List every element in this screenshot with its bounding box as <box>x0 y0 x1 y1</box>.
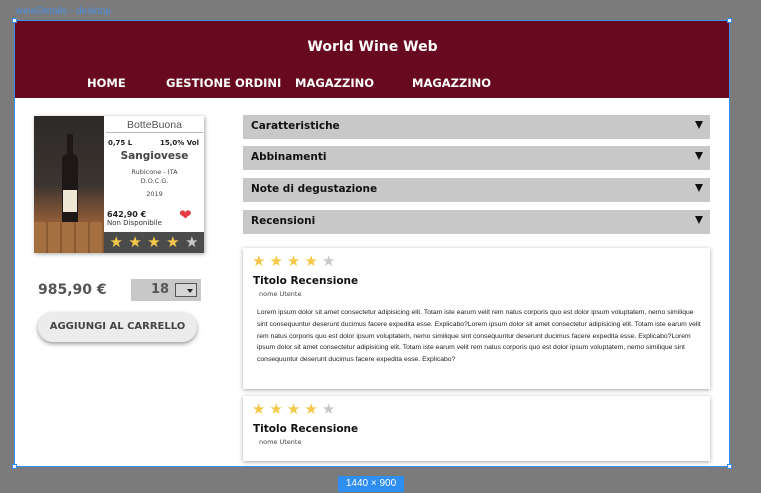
star-icon: ★ <box>286 400 301 418</box>
review-user: nome Utente <box>259 290 302 298</box>
accordion-label: Recensioni <box>251 215 316 227</box>
product-name: Sangiovese <box>120 150 189 162</box>
availability-status: Non Disponibile <box>107 219 162 227</box>
frame-label: wineDetails - desktop <box>16 6 112 17</box>
accordion-note-di-degustazione[interactable]: Note di degustazione <box>243 178 710 202</box>
star-icon: ★ <box>269 252 283 270</box>
star-icon: ★ <box>147 233 161 251</box>
review-rating: ★ ★ ★ ★ ★ <box>252 254 335 269</box>
star-icon: ★ <box>185 233 199 251</box>
review-title: Titolo Recensione <box>253 275 359 287</box>
product-card: BotteBuona 0,75 L 15,0% Vol Sangiovese R… <box>34 116 204 253</box>
nav-item-magazzino[interactable]: MAGAZZINO <box>295 76 374 90</box>
product-origin: Rubicone - ITA D.O.C.G. <box>106 168 203 186</box>
accordion-label: Note di degustazione <box>251 183 378 195</box>
accordion-recensioni[interactable]: Recensioni <box>243 210 710 234</box>
quantity-value: 18 <box>151 282 170 297</box>
accordion-caratteristiche[interactable]: Caratteristiche <box>243 115 710 139</box>
product-alcohol: 15,0% Vol <box>160 139 199 147</box>
triangle-down-icon <box>695 121 703 129</box>
card-price: 642,90 € <box>107 210 147 219</box>
star-icon: ★ <box>252 252 266 270</box>
star-icon: ★ <box>269 400 283 418</box>
accordion-label: Abbinamenti <box>251 151 327 163</box>
review-card: ★ ★ ★ ★ ★ Titolo Recensione nome Utente Lore… <box>243 248 710 389</box>
triangle-down-icon <box>695 216 703 224</box>
star-icon: ★ <box>304 252 318 270</box>
site-header: World Wine Web HOME GESTIONE ORDINI MAGA… <box>15 21 730 98</box>
product-brand: BotteBuona <box>106 119 203 133</box>
star-icon: ★ <box>304 400 318 418</box>
product-price: 985,90 € <box>38 282 107 298</box>
nav-item-magazzino-2[interactable]: MAGAZZINO <box>412 76 491 90</box>
star-icon: ★ <box>321 400 336 418</box>
size-badge: 1440 × 900 <box>338 476 404 492</box>
star-icon: ★ <box>252 400 266 418</box>
triangle-down-icon <box>695 152 703 160</box>
product-origin-region: Rubicone - ITA <box>131 168 178 176</box>
star-icon: ★ <box>321 252 336 270</box>
quantity-selector[interactable]: 18 <box>131 279 201 301</box>
resize-handle[interactable] <box>12 18 17 23</box>
review-text: Lorem ipsum dolor sit amet consectetur a… <box>257 309 701 364</box>
review-card: ★ ★ ★ ★ ★ Titolo Recensione nome Utente <box>243 396 710 461</box>
star-icon: ★ <box>128 233 142 251</box>
resize-handle[interactable] <box>727 18 732 23</box>
resize-handle[interactable] <box>727 464 732 469</box>
product-volume: 0,75 L <box>108 139 133 147</box>
add-to-cart-button[interactable]: AGGIUNGI AL CARRELLO <box>38 312 197 342</box>
review-title: Titolo Recensione <box>253 423 359 435</box>
star-icon: ★ <box>286 252 301 270</box>
heart-icon[interactable]: ❤ <box>179 206 192 224</box>
wine-bottle-photo <box>34 116 104 253</box>
accordion-label: Caratteristiche <box>251 120 340 132</box>
triangle-down-icon <box>695 184 703 192</box>
resize-handle[interactable] <box>12 464 17 469</box>
review-rating: ★ ★ ★ ★ ★ <box>252 402 335 417</box>
review-user: nome Utente <box>259 438 302 446</box>
nav-item-gestione-ordini[interactable]: GESTIONE ORDINI <box>166 76 281 90</box>
chevron-down-icon <box>187 289 193 293</box>
product-year: 2019 <box>146 190 163 198</box>
site-title: World Wine Web <box>307 39 438 55</box>
page-frame: World Wine Web HOME GESTIONE ORDINI MAGA… <box>15 21 730 467</box>
accordion-abbinamenti[interactable]: Abbinamenti <box>243 146 710 170</box>
quantity-dropdown-button[interactable] <box>175 283 197 297</box>
product-classification: D.O.C.G. <box>140 177 169 185</box>
star-icon: ★ <box>109 233 123 251</box>
nav-item-home[interactable]: HOME <box>87 76 126 90</box>
card-rating: ★ ★ ★ ★ ★ <box>104 232 204 253</box>
star-icon: ★ <box>166 233 180 251</box>
